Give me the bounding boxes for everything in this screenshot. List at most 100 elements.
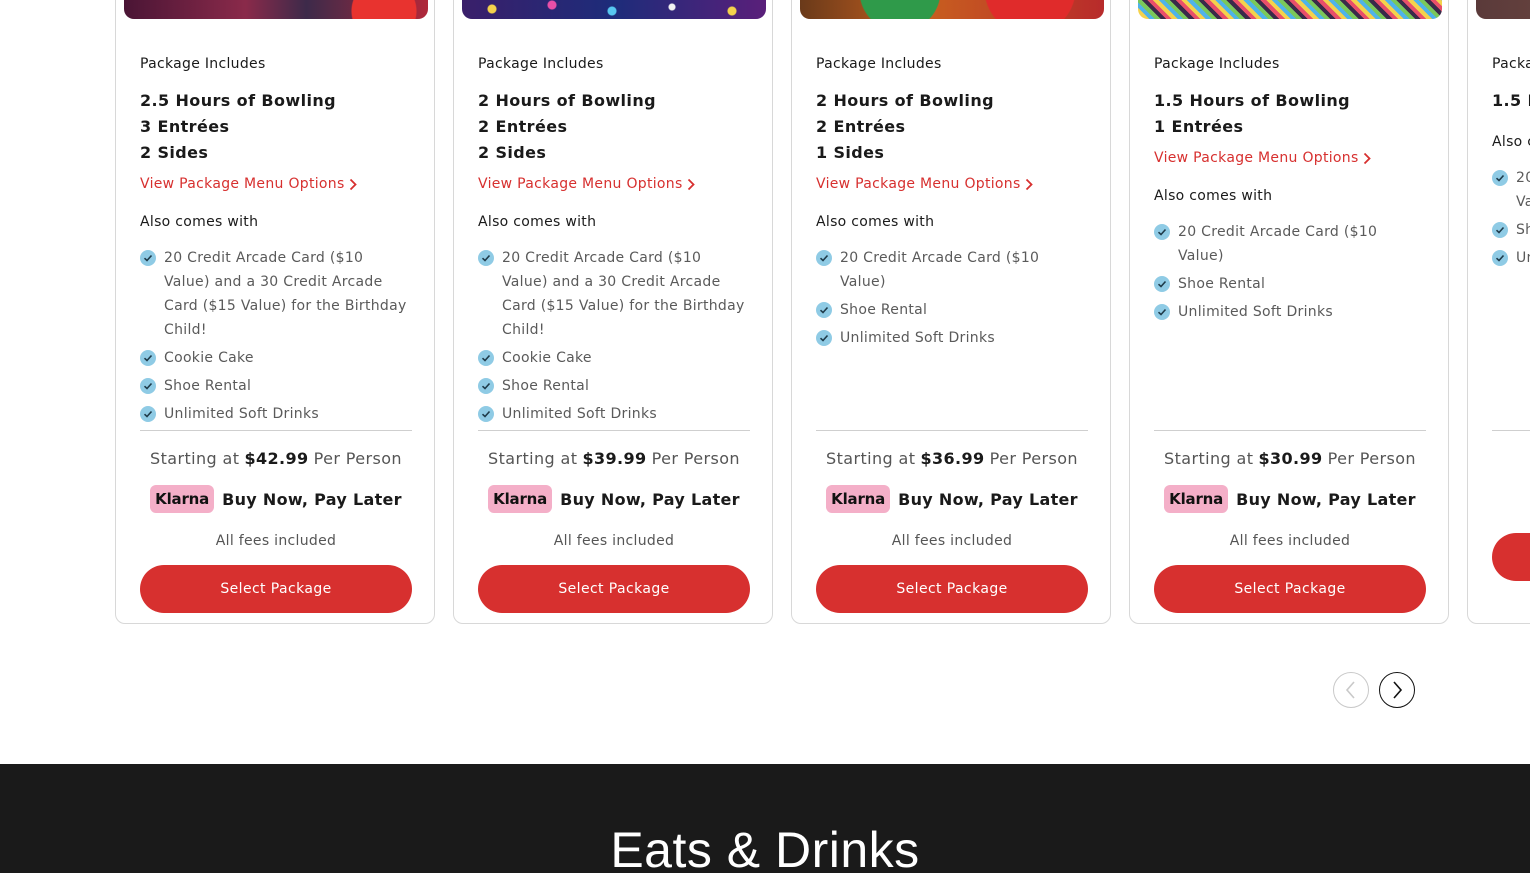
package-pricing: Starting at $39.99 Per Person Klarna Buy Now… bbox=[478, 430, 750, 613]
chevron-right-icon bbox=[1025, 178, 1033, 190]
chevron-right-icon bbox=[349, 178, 357, 190]
package-include-item: 1 Entrées bbox=[1154, 117, 1244, 136]
price-value: $30.99 bbox=[1258, 449, 1323, 468]
package-include-item: 2 Entrées bbox=[478, 117, 568, 136]
price-row: Starting at bbox=[1492, 449, 1530, 469]
package-details: Package Includes 2 Hours of Bowling 2 Entr… bbox=[816, 55, 1088, 354]
feature-item: Shoe Rental bbox=[1154, 272, 1426, 296]
check-badge bbox=[816, 250, 832, 266]
check-badge bbox=[1154, 276, 1170, 292]
package-includes-list: 1.5 Hours of Bowling 1 Entrées bbox=[1154, 88, 1426, 140]
feature-text: Shoe Rental bbox=[1516, 222, 1530, 238]
price-value: $42.99 bbox=[244, 449, 309, 468]
check-icon bbox=[1495, 226, 1505, 234]
feature-list: 20 Credit Arcade Card ($10 Value) Shoe Re… bbox=[1492, 166, 1530, 270]
view-menu-options-link[interactable]: View Package Menu Options bbox=[1154, 148, 1371, 168]
feature-item: Unlimited Soft Drinks bbox=[478, 402, 750, 426]
check-icon bbox=[143, 254, 153, 262]
feature-list: 20 Credit Arcade Card ($10 Value) Shoe Re… bbox=[816, 246, 1088, 350]
feature-item: 20 Credit Arcade Card ($10 Value) bbox=[1154, 220, 1426, 268]
check-icon bbox=[1157, 308, 1167, 316]
feature-item: Unlimited Soft Drinks bbox=[1492, 246, 1530, 270]
also-comes-with-label: Also comes with bbox=[1492, 134, 1530, 150]
view-menu-options-label: View Package Menu Options bbox=[478, 176, 683, 192]
feature-text: Unlimited Soft Drinks bbox=[164, 406, 319, 422]
package-card: Package Includes 2 Hours of Bowling 2 Entr… bbox=[453, 0, 773, 624]
klarna-logo: Klarna bbox=[150, 485, 215, 513]
feature-item: 20 Credit Arcade Card ($10 Value) and a … bbox=[478, 246, 750, 342]
check-icon bbox=[481, 382, 491, 390]
package-include-item: 1.5 Hours of Bowling bbox=[1154, 91, 1350, 110]
check-badge bbox=[1154, 224, 1170, 240]
check-badge bbox=[140, 406, 156, 422]
starting-at-label: Starting at bbox=[826, 449, 916, 468]
klarna-row: Klarna Buy Now, Pay Later bbox=[478, 485, 750, 513]
view-menu-options-link[interactable]: View Package Menu Options bbox=[478, 174, 695, 194]
buy-now-pay-later-label: Buy Now, Pay Later bbox=[898, 489, 1078, 509]
carousel-next-button[interactable] bbox=[1379, 672, 1415, 708]
check-badge bbox=[140, 350, 156, 366]
feature-text: 20 Credit Arcade Card ($10 Value) bbox=[840, 250, 1040, 290]
select-package-button[interactable]: Select Package bbox=[478, 565, 750, 613]
klarna-row: Klarna bbox=[1492, 485, 1530, 513]
check-badge bbox=[1492, 250, 1508, 266]
price-value: $36.99 bbox=[920, 449, 985, 468]
check-badge bbox=[816, 330, 832, 346]
package-include-item: 2 Hours of Bowling bbox=[478, 91, 656, 110]
buy-now-pay-later-label: Buy Now, Pay Later bbox=[560, 489, 740, 509]
per-person-label: Per Person bbox=[1327, 449, 1416, 468]
package-includes-list: 1.5 Hours of Bowling bbox=[1492, 88, 1530, 114]
price-row: Starting at $39.99 Per Person bbox=[478, 449, 750, 469]
check-icon bbox=[481, 410, 491, 418]
view-menu-options-label: View Package Menu Options bbox=[140, 176, 345, 192]
feature-text: Shoe Rental bbox=[1178, 276, 1266, 292]
feature-text: Cookie Cake bbox=[164, 350, 254, 366]
check-icon bbox=[143, 410, 153, 418]
price-row: Starting at $36.99 Per Person bbox=[816, 449, 1088, 469]
select-package-button[interactable]: Select Package bbox=[140, 565, 412, 613]
klarna-row: Klarna Buy Now, Pay Later bbox=[140, 485, 412, 513]
check-icon bbox=[143, 382, 153, 390]
package-includes-label: Package Includes bbox=[140, 56, 266, 72]
check-badge bbox=[478, 350, 494, 366]
check-icon bbox=[1495, 174, 1505, 182]
check-icon bbox=[1157, 228, 1167, 236]
package-includes-label: Package Includes bbox=[1492, 56, 1530, 72]
carousel-prev-button[interactable] bbox=[1333, 672, 1369, 708]
package-includes-list: 2 Hours of Bowling 2 Entrées 1 Sides bbox=[816, 88, 1088, 166]
check-icon bbox=[1157, 280, 1167, 288]
price-value: $39.99 bbox=[582, 449, 647, 468]
klarna-row: Klarna Buy Now, Pay Later bbox=[1154, 485, 1426, 513]
check-badge bbox=[1492, 222, 1508, 238]
feature-text: Shoe Rental bbox=[164, 378, 252, 394]
package-image bbox=[124, 0, 428, 19]
chevron-left-icon bbox=[1345, 681, 1355, 699]
select-package-button[interactable]: Select Package bbox=[1154, 565, 1426, 613]
price-row: Starting at $30.99 Per Person bbox=[1154, 449, 1426, 469]
per-person-label: Per Person bbox=[313, 449, 402, 468]
price-row: Starting at $42.99 Per Person bbox=[140, 449, 412, 469]
package-pricing: Starting at $36.99 Per Person Klarna Buy Now… bbox=[816, 430, 1088, 613]
select-package-button[interactable]: Select Package bbox=[816, 565, 1088, 613]
package-include-item: 2 Entrées bbox=[816, 117, 906, 136]
check-badge bbox=[1154, 304, 1170, 320]
eats-drinks-heading: Eats & Drinks bbox=[610, 822, 920, 873]
also-comes-with-label: Also comes with bbox=[478, 214, 597, 230]
also-comes-with-label: Also comes with bbox=[816, 214, 935, 230]
eats-drinks-section: Eats & Drinks bbox=[0, 764, 1530, 873]
starting-at-label: Starting at bbox=[1164, 449, 1254, 468]
package-includes-list: 2 Hours of Bowling 2 Entrées 2 Sides bbox=[478, 88, 750, 166]
package-include-item: 2 Hours of Bowling bbox=[816, 91, 994, 110]
feature-item: Unlimited Soft Drinks bbox=[816, 326, 1088, 350]
package-image bbox=[1476, 0, 1530, 19]
package-pricing: Starting at $42.99 Per Person Klarna Buy Now… bbox=[140, 430, 412, 613]
fees-note: All fees included bbox=[215, 533, 337, 549]
per-person-label: Per Person bbox=[651, 449, 740, 468]
select-package-button[interactable] bbox=[1492, 533, 1530, 581]
feature-text: Unlimited Soft Drinks bbox=[1178, 304, 1333, 320]
check-icon bbox=[1495, 254, 1505, 262]
view-menu-options-link[interactable]: View Package Menu Options bbox=[140, 174, 357, 194]
view-menu-options-link[interactable]: View Package Menu Options bbox=[816, 174, 1033, 194]
starting-at-label: Starting at bbox=[150, 449, 240, 468]
feature-text: 20 Credit Arcade Card ($10 Value) bbox=[1516, 170, 1530, 210]
